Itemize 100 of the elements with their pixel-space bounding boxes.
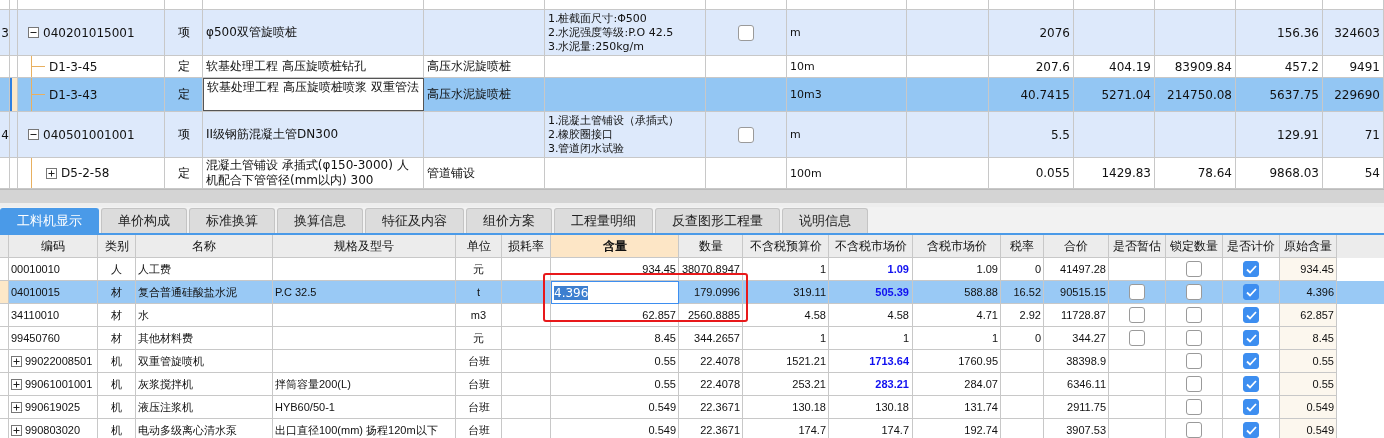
checkbox[interactable]: [1186, 261, 1202, 277]
table-cell: 混凝土管铺设 承插式(φ150-3000) 人机配合下管管径(mm以内) 300: [203, 158, 424, 188]
table-cell: 54: [1323, 158, 1384, 188]
table-cell: 100m: [787, 158, 907, 188]
checkbox[interactable]: [1243, 330, 1259, 346]
column-header[interactable]: 是否暂估: [1109, 235, 1166, 258]
item-code: 99061001001: [25, 378, 93, 390]
table-cell: 129.91: [1236, 112, 1323, 157]
checkbox[interactable]: [1186, 399, 1202, 415]
column-header[interactable]: 规格及型号: [273, 235, 456, 258]
row-number: 3: [1, 25, 9, 40]
table-cell: 出口直径100(mm) 扬程120m以下: [273, 419, 456, 438]
table-cell: 78.64: [1155, 158, 1236, 188]
column-header[interactable]: 不含税预算价: [743, 235, 829, 258]
table-cell: 0.549: [551, 419, 679, 438]
collapse-icon[interactable]: [28, 27, 39, 38]
expand-icon[interactable]: [11, 378, 22, 390]
table-cell: 62.857: [1280, 304, 1337, 327]
table-cell: 40.7415: [989, 78, 1074, 111]
checkbox[interactable]: [738, 24, 754, 41]
checkbox[interactable]: [1186, 353, 1202, 369]
column-header[interactable]: 数量: [679, 235, 743, 258]
collapse-icon[interactable]: [28, 129, 39, 140]
tab[interactable]: 特征及内容: [365, 208, 464, 233]
column-header[interactable]: 含税市场价: [913, 235, 1001, 258]
expand-icon[interactable]: [11, 424, 22, 436]
table-row[interactable]: 4 040501001001 项 II级钢筋混凝土管DN300 1.混凝土管铺设（承插式） 2.橡胶圈接口 3.管道闭水试验 m 5.5 129.91 71: [0, 112, 1384, 158]
checkbox[interactable]: [1186, 307, 1202, 323]
table-cell: 214750.08: [1155, 78, 1236, 111]
checkbox[interactable]: [1243, 284, 1259, 300]
checkbox[interactable]: [1129, 307, 1145, 323]
expand-icon[interactable]: [46, 167, 57, 179]
name-edit-field[interactable]: 软基处理工程 高压旋喷桩喷浆 双重管法: [203, 78, 424, 111]
table-cell: 2076: [989, 10, 1074, 55]
table-cell: 1.桩截面尺寸:Φ500 2.水泥强度等级:P.O 42.5 3.水泥量:250kg/m: [545, 10, 706, 55]
table-cell: 3907.53: [1044, 419, 1109, 438]
column-header[interactable]: 名称: [136, 235, 273, 258]
column-header[interactable]: 锁定数量: [1166, 235, 1223, 258]
table-row[interactable]: 3 040201015001 项 φ500双管旋喷桩 1.桩截面尺寸:Φ500 2.水泥强度等级:P.O 42.5 3.水泥量:250kg/m m 2076 156.36 324603: [0, 10, 1384, 56]
checkbox[interactable]: [1186, 330, 1202, 346]
table-cell: 项: [165, 10, 203, 55]
checkbox[interactable]: [1186, 376, 1202, 392]
column-header[interactable]: 合价: [1044, 235, 1109, 258]
column-header[interactable]: 原始含量: [1280, 235, 1337, 258]
table-cell: II级钢筋混凝土管DN300: [203, 112, 424, 157]
table-cell: 5.5: [989, 112, 1074, 157]
checkbox[interactable]: [1243, 307, 1259, 323]
table-cell: 1429.83: [1074, 158, 1155, 188]
tab[interactable]: 说明信息: [782, 208, 868, 233]
item-code: 99450760: [11, 332, 60, 344]
tab[interactable]: 反查图形工程量: [655, 208, 780, 233]
expand-icon[interactable]: [11, 355, 22, 367]
checkbox[interactable]: [1129, 330, 1145, 346]
table-cell: 定: [165, 158, 203, 188]
table-cell: 9491: [1323, 56, 1384, 77]
checkbox[interactable]: [1129, 284, 1145, 300]
column-header[interactable]: 是否计价: [1223, 235, 1280, 258]
column-header[interactable]: 编码: [9, 235, 98, 258]
item-code: 00010010: [11, 263, 60, 275]
table-row[interactable]: D5-2-58 定 混凝土管铺设 承插式(φ150-3000) 人机配合下管管径(mm以内) 300 管道铺设 100m 0.055 1429.83 78.64 9868.03 54: [0, 158, 1384, 189]
tab[interactable]: 单价构成: [101, 208, 187, 233]
table-cell: 0.55: [1280, 350, 1337, 373]
checkbox[interactable]: [1186, 284, 1202, 300]
horizontal-scrollbar[interactable]: [0, 189, 1384, 207]
table-cell: 定: [165, 56, 203, 77]
table-cell: 83909.84: [1155, 56, 1236, 77]
table-row[interactable]: D1-3-45 定 软基处理工程 高压旋喷桩钻孔 高压水泥旋喷桩 10m 207.6 404.19 83909.84 457.2 9491: [0, 56, 1384, 78]
table-row[interactable]: 04010015 材 复合普通硅酸盐水泥 P.C 32.5 t 4.396 179.0996 319.11 505.39 588.88 16.52 90515.15 4.396: [0, 281, 1384, 304]
item-code: 040201015001: [43, 25, 135, 40]
table-cell: 高压水泥旋喷桩: [424, 56, 545, 77]
item-code: D1-3-43: [49, 87, 98, 102]
column-header[interactable]: 单位: [456, 235, 502, 258]
tab[interactable]: 组价方案: [466, 208, 552, 233]
item-code: D5-2-58: [61, 166, 110, 180]
column-header[interactable]: 含量: [551, 235, 679, 258]
tree-line: [31, 158, 32, 188]
content-input-field[interactable]: 4.396: [551, 281, 679, 304]
column-header[interactable]: 损耗率: [502, 235, 551, 258]
checkbox[interactable]: [1243, 422, 1259, 438]
checkbox[interactable]: [1243, 353, 1259, 369]
checkbox[interactable]: [1243, 399, 1259, 415]
table-cell: 台班: [456, 419, 502, 438]
table-cell: 0.549: [1280, 419, 1337, 438]
tab[interactable]: 换算信息: [277, 208, 363, 233]
table-row[interactable]: D1-3-43 定 软基处理工程 高压旋喷桩喷浆 双重管法 高压水泥旋喷桩 10m3 40.7415 5271.04 214750.08 5637.75 229690: [0, 78, 1384, 112]
column-header[interactable]: 税率: [1001, 235, 1044, 258]
table-cell: 229690: [1323, 78, 1384, 111]
checkbox[interactable]: [1243, 261, 1259, 277]
expand-icon[interactable]: [11, 401, 22, 413]
checkbox[interactable]: [1186, 422, 1202, 438]
table-cell: m: [787, 10, 907, 55]
checkbox[interactable]: [738, 126, 754, 143]
column-header[interactable]: 不含税市场价: [829, 235, 913, 258]
table-cell: 1.混凝土管铺设（承插式） 2.橡胶圈接口 3.管道闭水试验: [545, 112, 706, 157]
table-cell: 软基处理工程 高压旋喷桩钻孔: [203, 56, 424, 77]
tab[interactable]: 工程量明细: [554, 208, 653, 233]
column-header[interactable]: 类别: [98, 235, 136, 258]
item-code: 990803020: [25, 424, 81, 436]
tab[interactable]: 标准换算: [189, 208, 275, 233]
checkbox[interactable]: [1243, 376, 1259, 392]
